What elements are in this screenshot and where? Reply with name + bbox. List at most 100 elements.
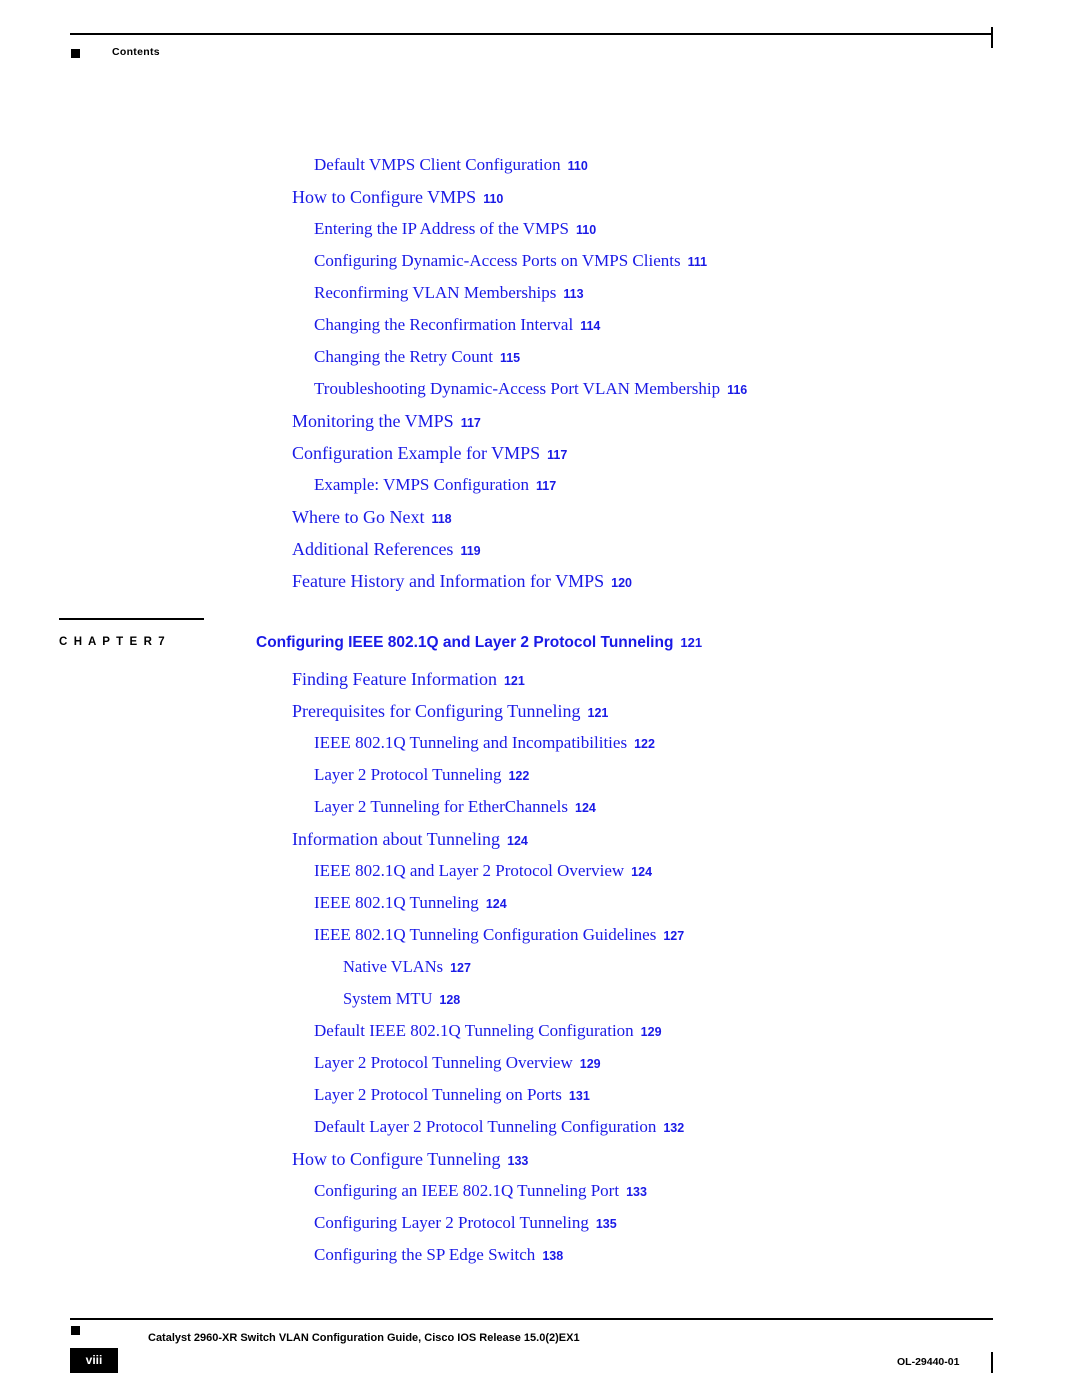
- toc-entry-title: Reconfirming VLAN Memberships: [314, 283, 557, 302]
- chapter-divider-rule: [59, 618, 204, 620]
- toc-entry[interactable]: Monitoring the VMPS 117: [292, 411, 481, 432]
- chapter-title-text: Configuring IEEE 802.1Q and Layer 2 Prot…: [256, 634, 674, 651]
- document-page: Contents Default VMPS Client Configurati…: [0, 0, 1080, 1397]
- toc-entry-page: 115: [499, 351, 521, 365]
- toc-entry-title: IEEE 802.1Q Tunneling: [314, 893, 479, 912]
- toc-entry[interactable]: Layer 2 Protocol Tunneling on Ports 131: [314, 1085, 590, 1105]
- toc-entry-title: Default Layer 2 Protocol Tunneling Confi…: [314, 1117, 657, 1136]
- toc-entry-title: Layer 2 Tunneling for EtherChannels: [314, 797, 569, 816]
- toc-entry[interactable]: Layer 2 Tunneling for EtherChannels 124: [314, 797, 596, 817]
- toc-entry-title: Monitoring the VMPS: [292, 411, 454, 431]
- footer-tick-mark: [991, 1352, 993, 1373]
- toc-entry-title: Configuring an IEEE 802.1Q Tunneling Por…: [314, 1181, 620, 1200]
- toc-entry-page: 138: [542, 1249, 564, 1263]
- toc-entry-page: 110: [576, 223, 597, 237]
- toc-entry[interactable]: Default IEEE 802.1Q Tunneling Configurat…: [314, 1021, 662, 1041]
- toc-entry-page: 124: [485, 897, 507, 911]
- toc-entry[interactable]: Reconfirming VLAN Memberships 113: [314, 283, 584, 303]
- toc-entry[interactable]: Default Layer 2 Protocol Tunneling Confi…: [314, 1117, 684, 1137]
- toc-entry[interactable]: Where to Go Next 118: [292, 507, 452, 528]
- toc-entry-page: 117: [547, 448, 568, 462]
- toc-entry[interactable]: Configuring Layer 2 Protocol Tunneling 13…: [314, 1213, 617, 1233]
- header-label: Contents: [112, 46, 160, 58]
- toc-entry-title: IEEE 802.1Q and Layer 2 Protocol Overvie…: [314, 861, 625, 880]
- chapter-label: C H A P T E R 7: [59, 636, 167, 648]
- toc-entry-title: Information about Tunneling: [292, 829, 500, 849]
- toc-entry[interactable]: Example: VMPS Configuration 117: [314, 475, 556, 495]
- header-rule: [70, 33, 993, 35]
- toc-entry-title: Changing the Retry Count: [314, 347, 493, 366]
- toc-entry-title: Layer 2 Protocol Tunneling on Ports: [314, 1085, 562, 1104]
- toc-entry[interactable]: Changing the Reconfirmation Interval 114: [314, 315, 600, 335]
- toc-entry-title: How to Configure VMPS: [292, 187, 477, 207]
- toc-entry-page: 119: [460, 544, 481, 558]
- chapter-title-link[interactable]: Configuring IEEE 802.1Q and Layer 2 Prot…: [256, 634, 702, 652]
- toc-entry[interactable]: IEEE 802.1Q and Layer 2 Protocol Overvie…: [314, 861, 652, 881]
- footer-page-number: viii: [85, 1353, 103, 1367]
- toc-entry-title: System MTU: [343, 989, 433, 1008]
- toc-entry[interactable]: Configuration Example for VMPS 117: [292, 443, 567, 464]
- toc-entry-page: 121: [503, 674, 525, 688]
- toc-entry-title: Configuring Layer 2 Protocol Tunneling: [314, 1213, 589, 1232]
- header-tick-mark: [991, 27, 993, 48]
- footer-doc-id: OL-29440-01: [897, 1356, 960, 1368]
- toc-entry-page: 127: [663, 929, 685, 943]
- chapter-title-page: 121: [680, 635, 703, 650]
- toc-entry[interactable]: Entering the IP Address of the VMPS 110: [314, 219, 596, 239]
- toc-entry-title: Feature History and Information for VMPS: [292, 571, 605, 591]
- toc-entry[interactable]: Additional References 119: [292, 539, 481, 560]
- toc-entry-page: 131: [568, 1089, 590, 1103]
- toc-entry-title: Additional References: [292, 539, 454, 559]
- toc-entry-title: Prerequisites for Configuring Tunneling: [292, 701, 581, 721]
- toc-entry[interactable]: Configuring the SP Edge Switch 138: [314, 1245, 563, 1265]
- toc-entry-title: Layer 2 Protocol Tunneling Overview: [314, 1053, 573, 1072]
- toc-entry[interactable]: Information about Tunneling 124: [292, 829, 528, 850]
- toc-entry[interactable]: How to Configure Tunneling 133: [292, 1149, 528, 1170]
- toc-entry-title: Native VLANs: [343, 957, 444, 976]
- toc-entry-page: 127: [450, 961, 471, 975]
- toc-entry[interactable]: Configuring an IEEE 802.1Q Tunneling Por…: [314, 1181, 647, 1201]
- toc-entry[interactable]: Default VMPS Client Configuration 110: [314, 155, 588, 175]
- toc-entry[interactable]: Finding Feature Information 121: [292, 669, 525, 690]
- footer-rule: [70, 1318, 993, 1320]
- toc-entry[interactable]: IEEE 802.1Q Tunneling Configuration Guid…: [314, 925, 684, 945]
- toc-entry-page: 120: [611, 576, 632, 590]
- footer-document-title: Catalyst 2960-XR Switch VLAN Configurati…: [148, 1332, 580, 1344]
- toc-entry-page: 133: [626, 1185, 647, 1199]
- toc-entry[interactable]: Prerequisites for Configuring Tunneling 1…: [292, 701, 608, 722]
- toc-entry-page: 133: [507, 1154, 529, 1168]
- toc-entry[interactable]: IEEE 802.1Q Tunneling 124: [314, 893, 507, 913]
- toc-entry[interactable]: Configuring Dynamic-Access Ports on VMPS…: [314, 251, 707, 271]
- toc-entry-page: 113: [563, 287, 584, 301]
- toc-entry[interactable]: IEEE 802.1Q Tunneling and Incompatibilit…: [314, 733, 655, 753]
- toc-entry-page: 110: [567, 159, 588, 173]
- toc-entry-page: 129: [579, 1057, 601, 1071]
- toc-entry-page: 117: [460, 416, 481, 430]
- toc-entry[interactable]: Layer 2 Protocol Tunneling Overview 129: [314, 1053, 601, 1073]
- toc-entry-page: 116: [727, 383, 748, 397]
- toc-entry-title: Finding Feature Information: [292, 669, 497, 689]
- toc-entry-page: 121: [587, 706, 609, 720]
- toc-entry-page: 124: [575, 801, 596, 815]
- toc-entry-page: 111: [687, 255, 708, 269]
- toc-entry[interactable]: How to Configure VMPS 110: [292, 187, 503, 208]
- toc-entry-page: 135: [595, 1217, 617, 1231]
- toc-entry[interactable]: Layer 2 Protocol Tunneling 122: [314, 765, 529, 785]
- toc-entry-page: 117: [536, 479, 557, 493]
- toc-entry-page: 122: [634, 737, 655, 751]
- toc-entry[interactable]: System MTU 128: [343, 989, 460, 1009]
- header-bullet-square: [71, 49, 80, 58]
- toc-entry[interactable]: Feature History and Information for VMPS…: [292, 571, 632, 592]
- toc-entry[interactable]: Changing the Retry Count 115: [314, 347, 520, 367]
- toc-entry-title: Troubleshooting Dynamic-Access Port VLAN…: [314, 379, 721, 398]
- toc-entry-page: 132: [663, 1121, 685, 1135]
- toc-entry-page: 122: [508, 769, 530, 783]
- toc-entry-page: 114: [580, 319, 601, 333]
- toc-entry-title: Changing the Reconfirmation Interval: [314, 315, 574, 334]
- toc-entry-title: IEEE 802.1Q Tunneling and Incompatibilit…: [314, 733, 628, 752]
- toc-entry-title: Default IEEE 802.1Q Tunneling Configurat…: [314, 1021, 634, 1040]
- toc-entry[interactable]: Troubleshooting Dynamic-Access Port VLAN…: [314, 379, 747, 399]
- toc-entry[interactable]: Native VLANs 127: [343, 957, 471, 977]
- toc-entry-title: Configuration Example for VMPS: [292, 443, 541, 463]
- toc-entry-page: 118: [431, 512, 452, 526]
